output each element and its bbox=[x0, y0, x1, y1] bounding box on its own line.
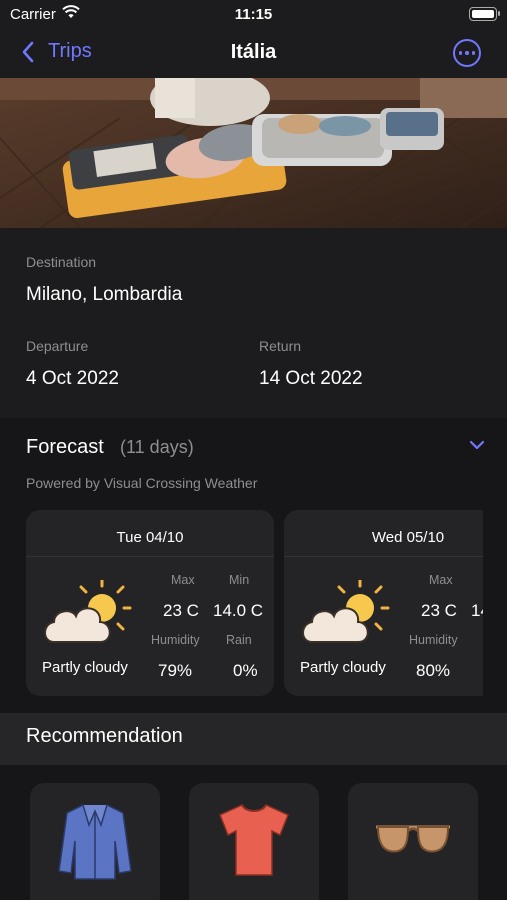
trip-details: Destination Milano, Lombardia Departure … bbox=[0, 228, 507, 418]
recommendation-item-sunglasses[interactable] bbox=[348, 783, 478, 900]
condition-label: Partly cloudy bbox=[300, 659, 386, 676]
chevron-left-icon bbox=[22, 41, 34, 62]
more-options-button[interactable] bbox=[453, 39, 481, 67]
forecast-card[interactable]: Wed 05/10 Partly cloudy Max Min 23 C 14.… bbox=[284, 510, 483, 696]
destination-label: Destination bbox=[26, 254, 97, 270]
partly-cloudy-icon bbox=[44, 580, 132, 643]
forecast-card[interactable]: Tue 04/10 Partly cloudy Max Min 23 C 14.… bbox=[26, 510, 274, 696]
jacket-icon bbox=[58, 804, 132, 880]
tshirt-icon bbox=[219, 804, 289, 876]
battery-icon bbox=[469, 7, 500, 21]
rain-value: 0% bbox=[233, 661, 258, 680]
rain-label: Rain bbox=[226, 633, 252, 647]
min-label: Min bbox=[229, 573, 250, 587]
max-label: Max bbox=[429, 573, 453, 587]
destination-value: Milano, Lombardia bbox=[26, 284, 183, 305]
forecast-section: Forecast (11 days) Powered by Visual Cro… bbox=[0, 418, 507, 713]
humidity-value: 80% bbox=[416, 661, 451, 680]
max-temp: 23 C bbox=[163, 601, 199, 620]
return-label: Return bbox=[259, 338, 302, 354]
return-value: 14 Oct 2022 bbox=[259, 368, 363, 389]
recommendation-list bbox=[0, 765, 507, 900]
chevron-down-icon[interactable] bbox=[469, 440, 485, 450]
max-label: Max bbox=[171, 573, 195, 587]
min-temp: 14.0 C bbox=[471, 601, 483, 620]
humidity-label: Humidity bbox=[409, 633, 458, 647]
divider bbox=[26, 556, 274, 557]
back-button[interactable]: Trips bbox=[22, 40, 92, 63]
forecast-title: Forecast bbox=[26, 436, 104, 458]
partly-cloudy-icon bbox=[302, 580, 390, 643]
divider bbox=[284, 556, 483, 557]
recommendation-item-jacket[interactable] bbox=[30, 783, 160, 900]
sunglasses-icon bbox=[376, 825, 450, 853]
recommendation-header: Recommendation bbox=[0, 713, 507, 765]
forecast-days: (11 days) bbox=[120, 437, 194, 457]
recommendation-item-tshirt[interactable] bbox=[189, 783, 319, 900]
max-temp: 23 C bbox=[421, 601, 457, 620]
min-temp: 14.0 C bbox=[213, 601, 264, 620]
humidity-label: Humidity bbox=[151, 633, 200, 647]
trip-cover-image bbox=[0, 78, 507, 228]
forecast-carousel[interactable]: Tue 04/10 Partly cloudy Max Min 23 C 14.… bbox=[0, 510, 483, 696]
back-button-label: Trips bbox=[48, 40, 92, 62]
forecast-date: Tue 04/10 bbox=[116, 529, 184, 546]
forecast-date: Wed 05/10 bbox=[371, 529, 445, 546]
departure-value: 4 Oct 2022 bbox=[26, 368, 119, 389]
departure-label: Departure bbox=[26, 338, 89, 354]
recommendation-title: Recommendation bbox=[26, 725, 183, 747]
ellipsis-icon bbox=[458, 51, 463, 55]
humidity-value: 79% bbox=[158, 661, 193, 680]
navigation-bar: Trips Itália bbox=[0, 30, 507, 78]
packing-suitcases-photo bbox=[0, 78, 507, 228]
weather-attribution: Powered by Visual Crossing Weather bbox=[26, 475, 258, 491]
clock: 11:15 bbox=[234, 6, 273, 23]
status-bar: Carrier 11:15 bbox=[0, 0, 507, 30]
condition-label: Partly cloudy bbox=[42, 659, 128, 676]
